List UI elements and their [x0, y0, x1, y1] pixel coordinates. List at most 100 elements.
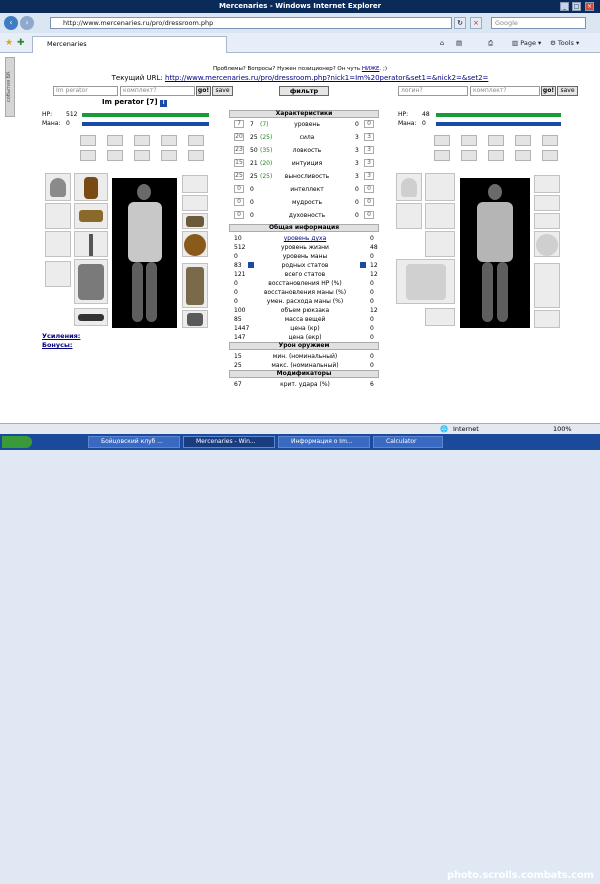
stat-right-input[interactable]: 3	[364, 172, 374, 180]
scroll-slot[interactable]	[515, 150, 531, 161]
scroll-slot[interactable]	[161, 150, 177, 161]
weapon-slot[interactable]	[45, 203, 71, 229]
stat-base-input[interactable]: 7	[234, 120, 244, 128]
scroll-slot[interactable]	[188, 135, 204, 146]
taskbar-item[interactable]: Calculator	[373, 436, 443, 448]
right-login-input[interactable]: логин?	[398, 86, 468, 96]
left-set-input[interactable]: комплект?	[120, 86, 195, 96]
stat-right-input[interactable]: 0	[364, 198, 374, 206]
helmet-slot[interactable]	[45, 173, 71, 201]
left-save-button[interactable]: save	[212, 86, 233, 96]
stat-base-input[interactable]: 25	[234, 172, 244, 180]
gloves-slot[interactable]	[182, 213, 208, 229]
bracer-slot[interactable]	[74, 203, 108, 229]
minimize-button[interactable]: _	[560, 2, 569, 11]
scroll-slot[interactable]	[542, 135, 558, 146]
bonuses-link[interactable]: Бонусы:	[42, 341, 72, 349]
scroll-slot[interactable]	[80, 150, 96, 161]
amulet-slot[interactable]	[425, 173, 455, 201]
close-button[interactable]: ×	[585, 2, 594, 11]
tools-menu[interactable]: ⚙ Tools ▾	[550, 39, 579, 47]
weapon-left-slot[interactable]	[425, 231, 455, 257]
amulet-slot[interactable]	[74, 173, 108, 201]
stat-right-input[interactable]: 3	[364, 159, 374, 167]
refresh-button[interactable]: ↻	[454, 17, 466, 29]
scroll-slot[interactable]	[434, 150, 450, 161]
helmet-slot[interactable]	[396, 173, 422, 201]
bracer-slot[interactable]	[425, 203, 455, 229]
stat-base-input[interactable]: 23	[234, 146, 244, 154]
right-go-button[interactable]: go!	[541, 86, 556, 96]
print-icon[interactable]: ⎙	[488, 39, 493, 48]
scroll-slot[interactable]	[488, 135, 504, 146]
weapon-left-slot[interactable]	[74, 231, 108, 257]
stat-base-input[interactable]: 20	[234, 133, 244, 141]
armor-slot[interactable]	[396, 259, 455, 304]
boosts-link[interactable]: Усиления:	[42, 332, 80, 340]
boots-slot[interactable]	[534, 310, 560, 328]
right-save-button[interactable]: save	[557, 86, 578, 96]
taskbar-item[interactable]: Бойцовский клуб ...	[88, 436, 180, 448]
stat-right-input[interactable]: 0	[364, 185, 374, 193]
add-favorite-icon[interactable]: ✚	[17, 38, 25, 48]
favorites-star-icon[interactable]: ★	[5, 38, 13, 48]
stat-right-input[interactable]: 3	[364, 146, 374, 154]
stat-base-input[interactable]: 0	[234, 211, 244, 219]
stat-base-input[interactable]: 15	[234, 159, 244, 167]
scroll-slot[interactable]	[80, 135, 96, 146]
scroll-slot[interactable]	[434, 135, 450, 146]
scroll-slot[interactable]	[134, 150, 150, 161]
filter-button[interactable]: фильтр	[279, 86, 329, 96]
left-login-input[interactable]: Im perator	[53, 86, 118, 96]
ring-slots-2[interactable]	[534, 195, 560, 211]
belt-slot-left[interactable]	[74, 308, 108, 326]
gloves-slot[interactable]	[534, 213, 560, 229]
scroll-slot[interactable]	[161, 135, 177, 146]
stat-right-input[interactable]: 0	[364, 120, 374, 128]
right-set-input[interactable]: комплект?	[470, 86, 540, 96]
back-button[interactable]: ‹	[4, 16, 18, 30]
belt-slot[interactable]	[425, 308, 455, 326]
stat-right-input[interactable]: 3	[364, 133, 374, 141]
stat-base-input[interactable]: 0	[234, 185, 244, 193]
taskbar-item[interactable]: Информация о Im...	[278, 436, 370, 448]
scroll-slot[interactable]	[488, 150, 504, 161]
maximize-button[interactable]: □	[572, 2, 581, 11]
info-icon[interactable]: i	[160, 100, 168, 107]
zoom-level[interactable]: 100%	[553, 424, 572, 434]
search-input[interactable]: Google	[491, 17, 586, 29]
pants-slot[interactable]	[182, 263, 208, 308]
current-url-link[interactable]: http://www.mercenaries.ru/pro/dressroom.…	[165, 74, 488, 82]
address-input[interactable]: http://www.mercenaries.ru/pro/dressroom.…	[50, 17, 452, 29]
pants-slot[interactable]	[534, 263, 560, 308]
page-menu[interactable]: ▥ Page ▾	[512, 39, 541, 47]
armor-slot[interactable]	[45, 231, 71, 257]
ring-slots[interactable]	[534, 175, 560, 193]
scroll-slot[interactable]	[461, 150, 477, 161]
tab-mercenaries[interactable]: Mercenaries	[32, 36, 227, 53]
start-button[interactable]	[2, 436, 32, 448]
scroll-slot[interactable]	[134, 135, 150, 146]
scroll-slot[interactable]	[107, 135, 123, 146]
scroll-slot[interactable]	[515, 135, 531, 146]
ring-slots[interactable]	[182, 175, 208, 193]
scroll-slot[interactable]	[107, 150, 123, 161]
shield-slot[interactable]	[182, 231, 208, 257]
info-icon[interactable]	[248, 262, 254, 268]
stat-right-input[interactable]: 0	[364, 211, 374, 219]
info-link[interactable]: уровень духа	[260, 234, 350, 243]
home-icon[interactable]: ⌂	[440, 39, 444, 47]
ring-slots-2[interactable]	[182, 195, 208, 211]
info-icon[interactable]	[360, 262, 366, 268]
belt-slot[interactable]	[45, 261, 71, 287]
forward-button[interactable]: ›	[20, 16, 34, 30]
boots-slot[interactable]	[182, 310, 208, 328]
stat-base-input[interactable]: 0	[234, 198, 244, 206]
scroll-slot[interactable]	[461, 135, 477, 146]
weapon-slot[interactable]	[396, 203, 422, 229]
shield-slot[interactable]	[534, 231, 560, 257]
stop-button[interactable]: ×	[470, 17, 482, 29]
feeds-icon[interactable]: ▤	[456, 39, 462, 47]
armor-slot-left[interactable]	[74, 259, 108, 304]
problems-link[interactable]: НИЖЕ	[362, 66, 380, 72]
